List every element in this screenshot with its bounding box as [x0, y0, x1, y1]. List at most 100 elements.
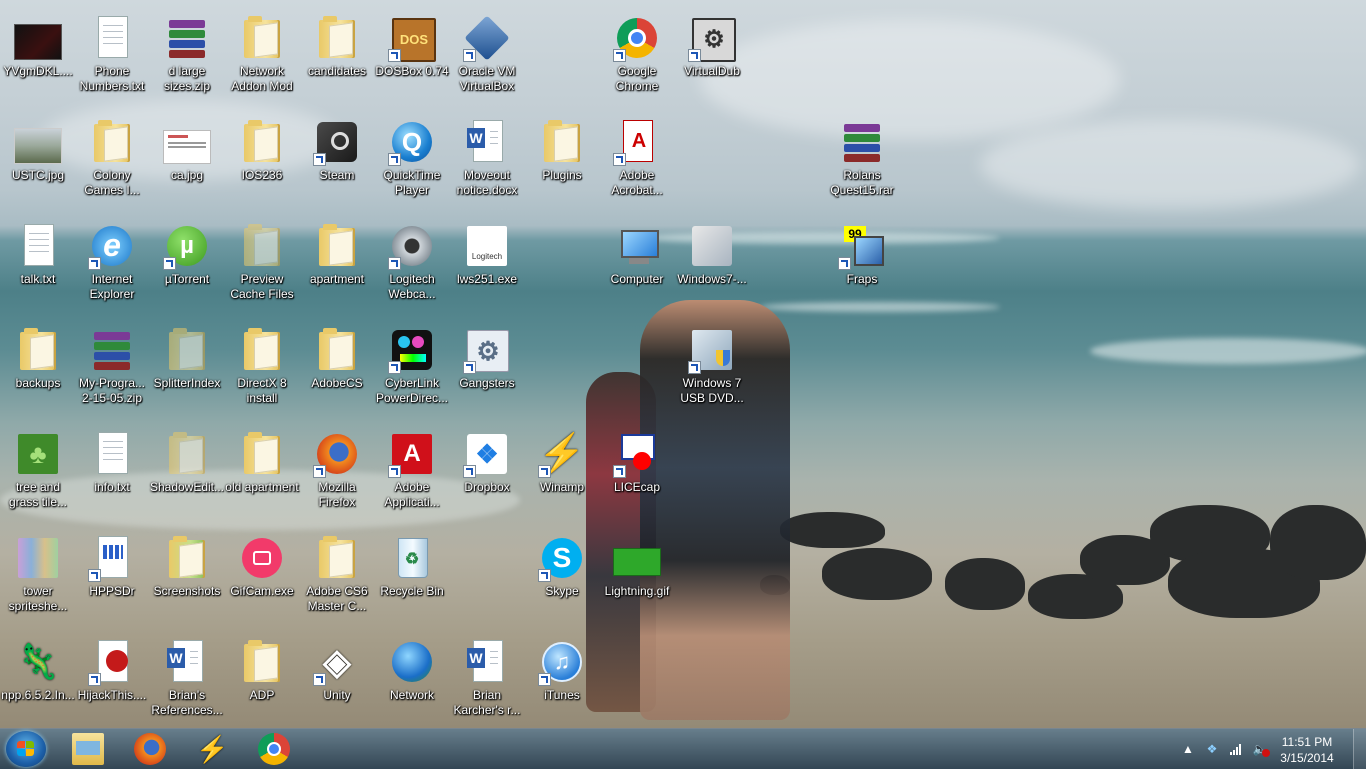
desktop-icon[interactable]: ⚙ Gangsters	[449, 318, 525, 414]
taskbar-explorer-button[interactable]	[60, 731, 116, 767]
desktop-icon[interactable]: talk.txt	[0, 214, 76, 310]
desktop-icon[interactable]: ♻ Recycle Bin	[374, 526, 450, 622]
desktop-icon[interactable]: SplitterIndex	[149, 318, 225, 414]
desktop-icon[interactable]: ♫ iTunes	[524, 630, 600, 726]
dosbox-icon: DOS	[388, 14, 436, 62]
desktop-icon[interactable]: ♣ tree and grass tile...	[0, 422, 76, 518]
word-document-icon: W	[463, 638, 511, 686]
desktop-icon[interactable]: CyberLink PowerDirec...	[374, 318, 450, 414]
desktop-icon[interactable]: DirectX 8 install	[224, 318, 300, 414]
desktop-icon[interactable]: W Brian's References...	[149, 630, 225, 726]
desktop-icon-label: DOSBox 0.74	[375, 64, 449, 78]
taskbar-firefox-button[interactable]	[122, 731, 178, 767]
desktop-icon[interactable]: 99 Fraps	[824, 214, 900, 310]
desktop-icon[interactable]: A Adobe Applicati...	[374, 422, 450, 518]
windows-start-icon[interactable]	[6, 731, 46, 767]
folder-icon	[313, 326, 361, 374]
cyberlink-icon	[388, 326, 436, 374]
desktop-icon-label: HijackThis....	[77, 688, 147, 702]
desktop-icon[interactable]: Network	[374, 630, 450, 726]
desktop-icon[interactable]: 🦎 npp.6.5.2.In...	[0, 630, 76, 726]
desktop-icon-label: SplitterIndex	[153, 376, 221, 390]
desktop-icon[interactable]: Windows 7 USB DVD...	[674, 318, 750, 414]
desktop-icon[interactable]: GifCam.exe	[224, 526, 300, 622]
clock-date[interactable]: 3/15/2014	[1274, 751, 1340, 765]
desktop-icon[interactable]: ShadowEdit...	[149, 422, 225, 518]
clock-time[interactable]: 11:51 PM	[1274, 735, 1340, 749]
desktop-icon[interactable]: µ µTorrent	[149, 214, 225, 310]
desktop-icon[interactable]: apartment	[299, 214, 375, 310]
desktop-icon[interactable]: info.txt	[74, 422, 150, 518]
desktop-icon[interactable]: old apartment	[224, 422, 300, 518]
desktop-icon[interactable]: Preview Cache Files	[224, 214, 300, 310]
desktop-icon[interactable]: W Brian Karcher's r...	[449, 630, 525, 726]
desktop-icon[interactable]: HPPSDr	[74, 526, 150, 622]
desktop-icon[interactable]: Screenshots	[149, 526, 225, 622]
desktop-icon[interactable]: ⚡ Winamp	[524, 422, 600, 518]
desktop-icon[interactable]: Mozilla Firefox	[299, 422, 375, 518]
desktop-icon-label: Windows 7 USB DVD...	[680, 376, 744, 405]
desktop-icon[interactable]: tower spriteshe...	[0, 526, 76, 622]
desktop-icon[interactable]: backups	[0, 318, 76, 414]
desktop-icon[interactable]: YVgmDKL....	[0, 6, 76, 102]
desktop-icon[interactable]: d large sizes.zip	[149, 6, 225, 102]
desktop-icon[interactable]: My-Progra... 2-15-05.zip	[74, 318, 150, 414]
firefox-icon	[134, 733, 166, 765]
text-file-icon	[88, 14, 136, 62]
desktop-icon[interactable]: Oracle VM VirtualBox	[449, 6, 525, 102]
desktop-icon[interactable]: S Skype	[524, 526, 600, 622]
volume-muted-icon[interactable]: 🔈	[1252, 741, 1270, 757]
dropbox-tray-icon[interactable]: ❖	[1204, 741, 1220, 757]
desktop-icon[interactable]: Google Chrome	[599, 6, 675, 102]
desktop-icon[interactable]: ❖ Dropbox	[449, 422, 525, 518]
taskbar-winamp-button[interactable]: ⚡	[184, 731, 240, 767]
desktop-icon[interactable]: DOS DOSBox 0.74	[374, 6, 450, 102]
folder-icon	[238, 14, 286, 62]
desktop-icon[interactable]: Windows7-...	[674, 214, 750, 310]
desktop-icon[interactable]: Q QuickTime Player	[374, 110, 450, 206]
desktop-icon[interactable]: HijackThis....	[74, 630, 150, 726]
desktop-icon-label: Phone Numbers.txt	[79, 64, 145, 93]
desktop-icon-label: Adobe Applicati...	[384, 480, 440, 509]
desktop-icon[interactable]: Steam	[299, 110, 375, 206]
desktop-icon[interactable]: Logitech Webca...	[374, 214, 450, 310]
desktop-icon[interactable]: Colony Games I...	[74, 110, 150, 206]
desktop-icon[interactable]: ca.jpg	[149, 110, 225, 206]
desktop-icon[interactable]: Network Addon Mod	[224, 6, 300, 102]
desktop-icon-label: Brian Karcher's r...	[453, 688, 521, 717]
desktop-icon[interactable]: LICEcap	[599, 422, 675, 518]
folder-icon	[238, 222, 286, 270]
desktop-icon[interactable]: A Adobe Acrobat...	[599, 110, 675, 206]
desktop-icon[interactable]: Computer	[599, 214, 675, 310]
desktop-icon[interactable]: ◈ Unity	[299, 630, 375, 726]
desktop-icon[interactable]: e Internet Explorer	[74, 214, 150, 310]
system-tray: ▲ ❖ 🔈 11:51 PM 3/15/2014	[1176, 729, 1366, 769]
network-signal-icon[interactable]	[1228, 741, 1244, 757]
desktop-icon-label: Oracle VM VirtualBox	[458, 64, 516, 93]
desktop-icon[interactable]: USTC.jpg	[0, 110, 76, 206]
desktop-icon[interactable]: Adobe CS6 Master C...	[299, 526, 375, 622]
word-document-icon: W	[163, 638, 211, 686]
desktop-icon[interactable]: ⚙ VirtualDub	[674, 6, 750, 102]
desktop-icon[interactable]: Logitech lws251.exe	[449, 214, 525, 310]
winamp-icon: ⚡	[196, 734, 229, 764]
desktop-icon[interactable]: Plugins	[524, 110, 600, 206]
webcam-icon	[388, 222, 436, 270]
hp-app-icon	[88, 534, 136, 582]
desktop-icon[interactable]: ADP	[224, 630, 300, 726]
desktop-icon[interactable]: Phone Numbers.txt	[74, 6, 150, 102]
desktop-icon[interactable]: Lightning.gif	[599, 526, 675, 622]
taskbar-chrome-button[interactable]	[246, 731, 302, 767]
show-desktop-button[interactable]	[1353, 729, 1366, 769]
desktop-icon[interactable]: IOS236	[224, 110, 300, 206]
desktop-icon[interactable]: AdobeCS	[299, 318, 375, 414]
desktop-icon[interactable]: candidates	[299, 6, 375, 102]
licecap-icon	[613, 430, 661, 478]
chrome-icon	[258, 733, 290, 765]
desktop-icon-label: Recycle Bin	[380, 584, 444, 598]
desktop-icon[interactable]: W Moveout notice.docx	[449, 110, 525, 206]
show-hidden-icons-arrow[interactable]: ▲	[1180, 741, 1196, 757]
desktop-icon[interactable]: Rolans Quest15.rar	[824, 110, 900, 206]
image-thumbnail-icon	[14, 14, 62, 62]
desktop-icon-label: iTunes	[544, 688, 580, 702]
